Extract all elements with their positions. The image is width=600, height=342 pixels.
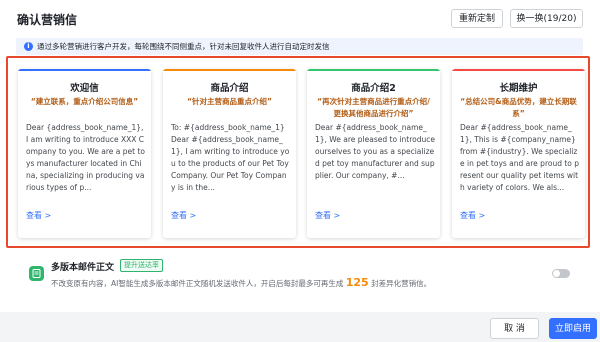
swap-button[interactable]: 换一换(19/20) <box>510 9 583 28</box>
card-body: Dear {address_book_name_1}, I am writing… <box>26 123 145 192</box>
info-icon: i <box>24 42 33 51</box>
card-body: Dear #{address_book_name_1}, This is #{c… <box>460 123 580 192</box>
desc-suffix: 封差异化营销信。 <box>371 279 432 288</box>
info-banner: i 通过多轮营销进行客户开发，每轮围绕不同侧重点，针对未回复收件人进行自动定时发… <box>16 38 583 55</box>
card-accent-bar <box>163 69 296 71</box>
desc-prefix: 不改变原有内容，AI智能生成多版本邮件正文随机发送收件人，开启后每封最多可再生成 <box>51 279 344 288</box>
cancel-button[interactable]: 取 消 <box>490 318 539 339</box>
dialog-panel: 确认营销信 重新定制 换一换(19/20) i 通过多轮营销进行客户开发，每轮围… <box>0 0 600 312</box>
card-welcome[interactable]: 欢迎信 “建立联系，重点介绍公司信息” Dear {address_book_n… <box>18 69 151 238</box>
multi-version-title: 多版本邮件正文 <box>51 263 115 273</box>
card-title: 商品介绍2 <box>351 83 396 94</box>
document-icon <box>29 266 44 281</box>
regenerate-button[interactable]: 重新定制 <box>451 9 503 28</box>
letter-count: 125 <box>345 276 369 289</box>
card-title: 商品介绍 <box>210 83 249 94</box>
card-long-term[interactable]: 长期维护 “总结公司&商品优势，建立长期联系” Dear #{address_b… <box>452 69 585 238</box>
enable-now-button[interactable]: 立即启用 <box>549 318 597 339</box>
card-subtitle: “针对主营商品重点介绍” <box>187 97 272 106</box>
view-link[interactable]: 查看 > <box>315 210 340 221</box>
multi-version-option: 多版本邮件正文 提升送达率 不改变原有内容，AI智能生成多版本邮件正文随机发送收… <box>17 256 583 296</box>
card-title: 欢迎信 <box>70 83 99 94</box>
card-product-intro-2[interactable]: 商品介绍2 “再次针对主营商品进行重点介绍/更换其他商品进行介绍” Dear #… <box>307 69 440 238</box>
view-link[interactable]: 查看 > <box>26 210 51 221</box>
card-body: Dear #{address_book_name_1}, We are plea… <box>315 123 435 180</box>
view-link[interactable]: 查看 > <box>460 210 485 221</box>
card-subtitle: “建立联系，重点介绍公司信息” <box>30 97 139 106</box>
multi-version-description: 不改变原有内容，AI智能生成多版本邮件正文随机发送收件人，开启后每封最多可再生成… <box>51 276 431 289</box>
card-accent-bar <box>18 69 151 71</box>
page-title: 确认营销信 <box>17 13 78 27</box>
card-accent-bar <box>452 69 585 71</box>
card-product-intro[interactable]: 商品介绍 “针对主营商品重点介绍” To: #{address_book_nam… <box>163 69 296 238</box>
deliverability-tag: 提升送达率 <box>120 259 163 272</box>
toggle-knob <box>553 270 560 277</box>
card-subtitle: “再次针对主营商品进行重点介绍/更换其他商品进行介绍” <box>317 97 430 118</box>
info-text: 通过多轮营销进行客户开发，每轮围绕不同侧重点，针对未回复收件人进行自动定时发信 <box>37 42 330 51</box>
card-body: To: #{address_book_name_1} Dear #{addres… <box>171 123 290 192</box>
multi-version-toggle[interactable] <box>552 269 570 278</box>
card-title: 长期维护 <box>499 83 538 94</box>
card-accent-bar <box>307 69 440 71</box>
view-link[interactable]: 查看 > <box>171 210 196 221</box>
card-subtitle: “总结公司&商品优势，建立长期联系” <box>460 97 577 118</box>
